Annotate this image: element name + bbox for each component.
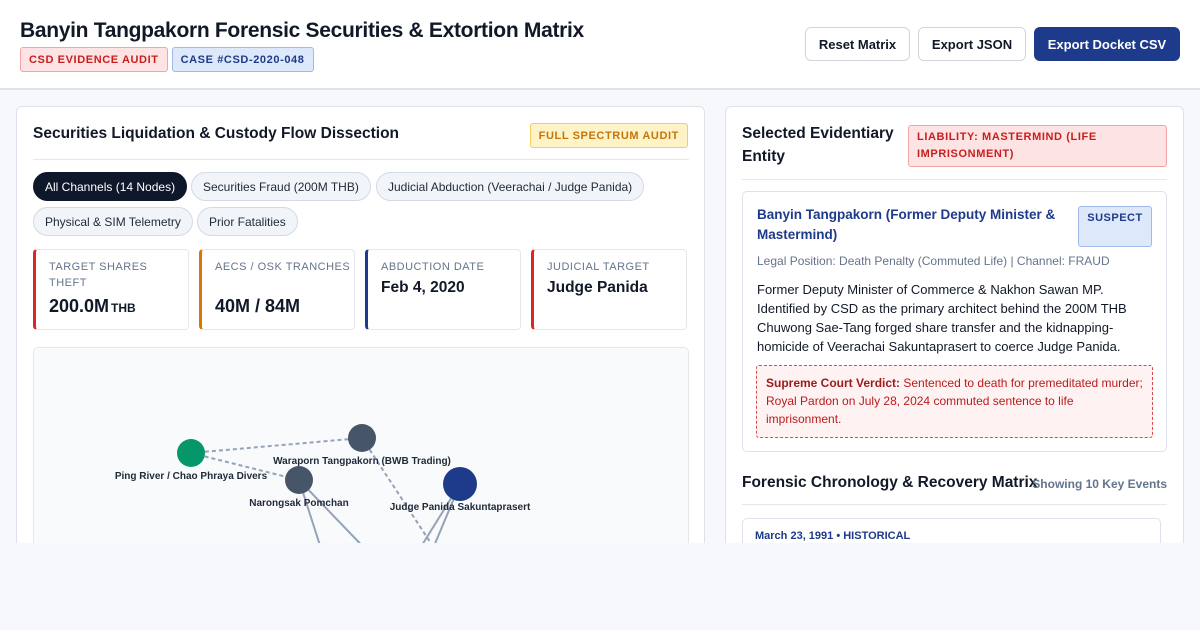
page-title: Banyin Tangpakorn Forensic Securities & … — [20, 19, 584, 42]
divider — [742, 504, 1167, 505]
stat-value: 40M / 84M — [215, 296, 301, 316]
filter-judicial-abduction[interactable]: Judicial Abduction (Veerachai / Judge Pa… — [376, 172, 645, 201]
chronology-count: Showing 10 Key Events — [1032, 477, 1167, 491]
app-header: Banyin Tangpakorn Forensic Securities & … — [0, 0, 1200, 90]
entity-name: Banyin Tangpakorn (Former Deputy Ministe… — [757, 207, 1056, 242]
graph-label-judge-panida: Judge Panida Sakuntaprasert — [390, 502, 531, 513]
flow-dissection-panel: Securities Liquidation & Custody Flow Di… — [16, 106, 705, 587]
stat-label: TARGET SHARES THEFT — [49, 261, 148, 289]
stat-label: JUDICIAL TARGET — [547, 261, 650, 273]
graph-label-narongsak: Narongsak Pomchan — [249, 498, 348, 509]
stat-value: Feb 4, 2020 — [381, 279, 465, 296]
header-badges: CSD EVIDENCE AUDIT CASE #CSD-2020-048 — [20, 47, 314, 72]
stat-card-judicial-target: JUDICIAL TARGET Judge Panida — [531, 249, 687, 330]
verdict-label: Supreme Court Verdict: — [766, 376, 901, 390]
evidence-audit-badge: CSD EVIDENCE AUDIT — [20, 47, 168, 72]
flow-panel-title: Securities Liquidation & Custody Flow Di… — [33, 125, 400, 142]
stat-label: ABDUCTION DATE — [381, 261, 485, 273]
divider — [33, 159, 689, 160]
graph-node-judge-panida[interactable] — [443, 467, 477, 501]
entity-panel-title: Selected Evidentiary Entity — [742, 125, 894, 165]
chronology-title: Forensic Chronology & Recovery Matrix — [742, 474, 1038, 491]
evidentiary-entity-panel: Selected Evidentiary Entity LIABILITY: M… — [725, 106, 1184, 578]
stat-card-abduction-date: ABDUCTION DATE Feb 4, 2020 — [365, 249, 521, 330]
suspect-badge: SUSPECT — [1078, 206, 1152, 247]
filter-physical-sim-telemetry[interactable]: Physical & SIM Telemetry — [33, 207, 193, 236]
graph-node-river-divers[interactable] — [177, 439, 205, 467]
entity-description: Former Deputy Minister of Commerce & Nak… — [757, 282, 1127, 354]
liability-badge: LIABILITY: MASTERMIND (LIFE IMPRISONMENT… — [908, 125, 1167, 167]
export-json-button[interactable]: Export JSON — [918, 27, 1026, 61]
full-spectrum-audit-badge: FULL SPECTRUM AUDIT — [529, 123, 688, 148]
supreme-court-verdict: Supreme Court Verdict: Sentenced to deat… — [756, 365, 1153, 438]
export-docket-csv-button[interactable]: Export Docket CSV — [1034, 27, 1180, 61]
filter-all-channels[interactable]: All Channels (14 Nodes) — [33, 172, 188, 201]
graph-edge — [361, 437, 435, 549]
stat-value: 200.0M THB — [49, 296, 136, 316]
stat-card-shares-theft: TARGET SHARES THEFT 200.0M THB — [33, 249, 189, 330]
viewport-fold — [0, 543, 1200, 630]
graph-label-river-divers: Ping River / Chao Phraya Divers — [115, 471, 268, 482]
filter-securities-fraud[interactable]: Securities Fraud (200M THB) — [191, 172, 371, 201]
graph-edge — [190, 437, 363, 454]
chronology-event-date: March 23, 1991 • HISTORICAL — [755, 530, 911, 542]
graph-node-narongsak[interactable] — [285, 466, 313, 494]
entity-card[interactable]: Banyin Tangpakorn (Former Deputy Ministe… — [742, 191, 1167, 452]
entity-legal-position: Legal Position: Death Penalty (Commuted … — [757, 254, 1110, 268]
filter-prior-fatalities[interactable]: Prior Fatalities — [197, 207, 298, 236]
stat-value: Judge Panida — [547, 279, 648, 296]
case-number-badge: CASE #CSD-2020-048 — [171, 47, 314, 72]
stat-card-tranches: AECS / OSK TRANCHES 40M / 84M — [199, 249, 355, 330]
stat-label: AECS / OSK TRANCHES — [215, 261, 351, 273]
divider — [742, 179, 1167, 180]
reset-matrix-button[interactable]: Reset Matrix — [805, 27, 910, 61]
graph-node-waraporn[interactable] — [348, 424, 376, 452]
graph-label-waraporn: Waraporn Tangpakorn (BWB Trading) — [273, 456, 451, 467]
